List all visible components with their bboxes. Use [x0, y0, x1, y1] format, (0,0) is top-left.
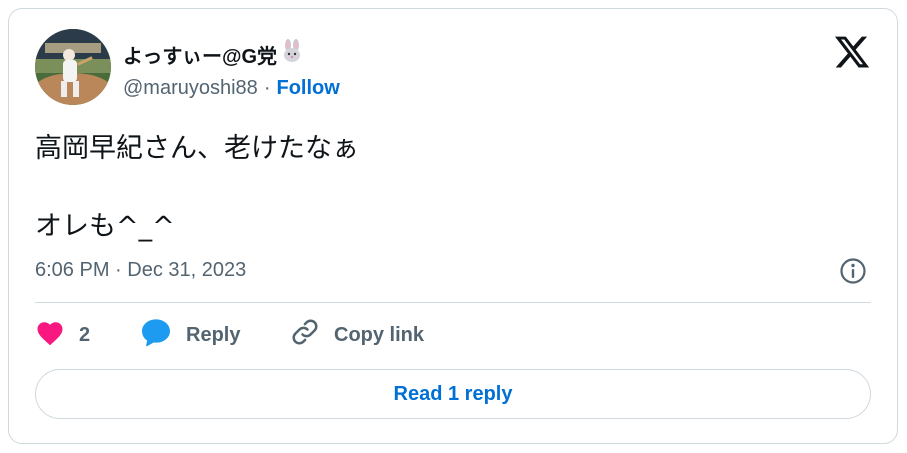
reply-label: Reply [186, 323, 241, 346]
author-handle-row: @maruyoshi88 · Follow [123, 77, 340, 100]
avatar[interactable] [35, 29, 111, 105]
author-display-name[interactable]: よっすぃー@G党 [123, 40, 277, 69]
tweet-text-line-2: オレも^_^ [35, 211, 175, 242]
author-handle[interactable]: @maruyoshi88 [123, 77, 258, 100]
like-button[interactable]: 2 [35, 318, 140, 352]
avatar-image [35, 29, 111, 105]
rabbit-emoji-icon [281, 39, 303, 69]
tweet-text: 高岡早紀さん、老けたなぁ オレも^_^ [35, 129, 359, 247]
x-logo-icon[interactable] [833, 33, 871, 71]
tweet-card: よっすぃー@G党 @maruyoshi88 · Follow 高岡早紀さん、老け… [8, 8, 898, 444]
copy-link-button[interactable]: Copy link [290, 317, 424, 353]
read-replies-button[interactable]: Read 1 reply [35, 369, 871, 419]
author-name-row[interactable]: よっすぃー@G党 [123, 39, 303, 69]
link-icon [290, 317, 320, 353]
tweet-timestamp[interactable]: 6:06 PM · Dec 31, 2023 [35, 259, 246, 282]
reply-bubble-icon [140, 317, 172, 353]
separator-dot: · [263, 77, 271, 99]
info-icon[interactable] [839, 257, 867, 285]
reply-button[interactable]: Reply [140, 317, 290, 353]
copy-link-label: Copy link [334, 323, 425, 346]
follow-button[interactable]: Follow [276, 77, 339, 100]
action-bar: 2 Reply Copy link [35, 317, 424, 353]
like-count: 2 [79, 323, 91, 346]
tweet-text-line-1: 高岡早紀さん、老けたなぁ [35, 133, 359, 164]
divider [35, 302, 871, 303]
heart-icon [35, 318, 65, 352]
